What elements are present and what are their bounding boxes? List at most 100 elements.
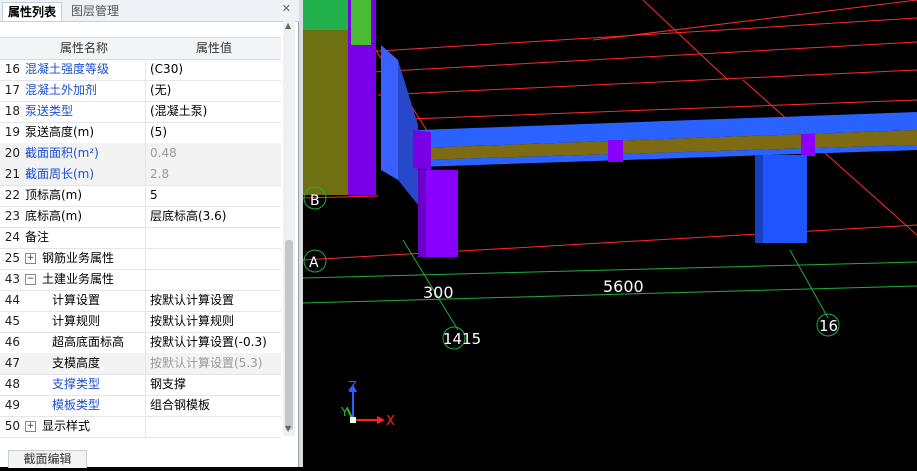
property-name: 支撑类型: [22, 374, 146, 395]
blue-column-right-side: [755, 155, 763, 243]
axis-x-label: X: [386, 414, 395, 429]
property-name: 截面面积(m²): [22, 143, 146, 164]
property-row[interactable]: 23 底标高(m) 层底标高(3.6): [0, 206, 281, 228]
property-row[interactable]: 20 截面面积(m²) 0.48: [0, 143, 281, 165]
beam-node-2: [801, 134, 815, 156]
row-number: 43: [4, 272, 20, 286]
property-value[interactable]: 层底标高(3.6): [147, 206, 281, 227]
row-number: 47: [4, 356, 20, 370]
property-name: 泵送高度(m): [22, 122, 146, 143]
property-value[interactable]: 按默认计算设置: [147, 290, 281, 311]
property-name: 支模高度: [22, 353, 146, 374]
property-row[interactable]: 24 备注: [0, 227, 281, 249]
close-icon[interactable]: ✕: [282, 2, 291, 15]
property-name-label: 土建业务属性: [42, 272, 115, 286]
property-row[interactable]: 49 模板类型 组合钢模板: [0, 395, 281, 417]
property-name: 顶标高(m): [22, 185, 146, 206]
property-name-label: 显示样式: [42, 419, 91, 433]
axis-bubble-b: B: [310, 193, 320, 209]
property-name: 备注: [22, 227, 146, 248]
scroll-down-icon[interactable]: ▼: [285, 424, 291, 433]
row-number: 17: [4, 83, 20, 97]
property-value[interactable]: 组合钢模板: [147, 395, 281, 416]
expand-icon[interactable]: +: [25, 253, 36, 264]
axis-bubble-16: 16: [819, 317, 838, 335]
property-value[interactable]: (无): [147, 80, 281, 101]
property-row[interactable]: 46 超高底面标高 按默认计算设置(-0.3): [0, 332, 281, 354]
tab-layer-management[interactable]: 图层管理: [66, 2, 124, 21]
property-name-label: 顶标高(m): [25, 188, 83, 202]
property-value[interactable]: (5): [147, 122, 281, 143]
property-name-label: 混凝土外加剂: [25, 83, 98, 97]
tab-property-list[interactable]: 属性列表: [2, 2, 63, 21]
property-row[interactable]: 18 泵送类型 (混凝土泵): [0, 101, 281, 123]
property-row[interactable]: 25 + 钢筋业务属性: [0, 248, 281, 270]
property-row[interactable]: 16 混凝土强度等级 (C30): [0, 59, 281, 81]
property-value[interactable]: 2.8: [147, 164, 281, 185]
property-value[interactable]: 按默认计算规则: [147, 311, 281, 332]
property-value[interactable]: 5: [147, 185, 281, 206]
property-value[interactable]: [147, 416, 281, 437]
property-name: 混凝土外加剂: [22, 80, 146, 101]
property-row[interactable]: 22 顶标高(m) 5: [0, 185, 281, 207]
property-name-label: 计算设置: [52, 293, 101, 307]
property-name: + 钢筋业务属性: [22, 248, 146, 269]
property-value[interactable]: 按默认计算设置(-0.3): [147, 332, 281, 353]
tab-section-edit[interactable]: 截面编辑: [8, 450, 87, 468]
property-name: 计算设置: [22, 290, 146, 311]
property-value[interactable]: (C30): [147, 59, 281, 80]
column-header-value: 属性值: [195, 41, 232, 55]
green-slab: [303, 0, 348, 30]
property-row[interactable]: 17 混凝土外加剂 (无): [0, 80, 281, 102]
blue-column-back: [381, 45, 398, 180]
property-name-label: 备注: [25, 230, 50, 244]
property-row[interactable]: 50 + 显示样式: [0, 416, 281, 438]
property-name-label: 泵送类型: [25, 104, 74, 118]
property-value[interactable]: 按默认计算设置(5.3): [147, 353, 281, 374]
property-value[interactable]: 钢支撑: [147, 374, 281, 395]
property-value[interactable]: [147, 227, 281, 248]
row-number: 50: [4, 419, 20, 433]
beam-node-1: [608, 140, 623, 162]
panel-tabs: 属性列表 图层管理 ✕: [0, 0, 299, 22]
expand-icon[interactable]: +: [25, 421, 36, 432]
property-name: 截面周长(m): [22, 164, 146, 185]
property-row[interactable]: 19 泵送高度(m) (5): [0, 122, 281, 144]
olive-wall: [303, 30, 348, 195]
row-number: 24: [4, 230, 20, 244]
property-row[interactable]: 43− 土建业务属性: [0, 269, 281, 291]
property-row[interactable]: 45 计算规则 按默认计算规则: [0, 311, 281, 333]
property-name-label: 泵送高度(m): [25, 125, 95, 139]
scroll-thumb[interactable]: [285, 240, 293, 430]
row-number: 44: [4, 293, 20, 307]
row-number: 18: [4, 104, 20, 118]
property-name: 计算规则: [22, 311, 146, 332]
property-value[interactable]: [147, 269, 281, 290]
row-number: 49: [4, 398, 20, 412]
property-row[interactable]: 48 支撑类型 钢支撑: [0, 374, 281, 396]
property-value[interactable]: (混凝土泵): [147, 101, 281, 122]
property-name: + 显示样式: [22, 416, 146, 437]
property-row[interactable]: 44 计算设置 按默认计算设置: [0, 290, 281, 312]
row-number: 48: [4, 377, 20, 391]
property-name-label: 支模高度: [52, 356, 101, 370]
grid-header: 属性名称 属性值: [0, 37, 281, 60]
property-row[interactable]: 21 截面周长(m) 2.8: [0, 164, 281, 186]
property-row[interactable]: 47 支模高度 按默认计算设置(5.3): [0, 353, 281, 375]
panel-scrollbar[interactable]: ▲ ▼: [283, 20, 295, 436]
property-panel: 属性列表 图层管理 ✕ 属性名称 属性值 16 混凝土强度等级 (C30) 17 混凝土…: [0, 0, 299, 468]
axis-bubble-1415: 1415: [443, 330, 481, 348]
property-value[interactable]: 0.48: [147, 143, 281, 164]
beam-end-joint: [413, 130, 431, 170]
purple-column-front-side: [418, 170, 426, 257]
dimension-5600: 5600: [603, 277, 644, 296]
property-name: 模板类型: [22, 395, 146, 416]
property-value[interactable]: [147, 248, 281, 269]
3d-viewport[interactable]: B A 1415 16 300 5600 Z Y X: [302, 0, 917, 467]
scroll-up-icon[interactable]: ▲: [285, 21, 291, 30]
property-name-label: 截面周长(m): [25, 167, 95, 181]
property-name-label: 钢筋业务属性: [42, 251, 115, 265]
row-number: 20: [4, 146, 20, 160]
property-name-label: 支撑类型: [52, 377, 101, 391]
collapse-icon[interactable]: −: [25, 274, 36, 285]
